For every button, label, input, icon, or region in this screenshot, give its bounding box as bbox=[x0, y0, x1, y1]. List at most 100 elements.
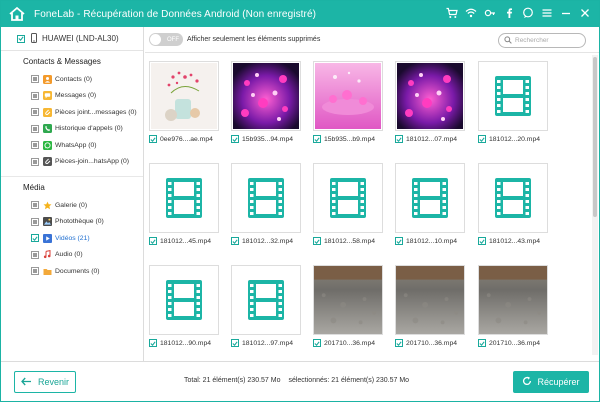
video-thumbnail[interactable] bbox=[478, 163, 548, 233]
video-checkbox[interactable] bbox=[231, 339, 239, 347]
video-tile[interactable]: 181012...07.mp4 bbox=[395, 61, 465, 143]
video-checkbox[interactable] bbox=[231, 237, 239, 245]
video-thumbnail[interactable] bbox=[149, 163, 219, 233]
video-thumbnail[interactable] bbox=[395, 265, 465, 335]
messages-checkbox[interactable] bbox=[31, 91, 39, 100]
photo-library-checkbox[interactable] bbox=[31, 217, 39, 226]
sidebar-item-videos[interactable]: Vidéos (21) bbox=[1, 230, 143, 247]
video-caption: 181012...07.mp4 bbox=[395, 135, 465, 143]
contacts-checkbox[interactable] bbox=[31, 75, 39, 84]
video-checkbox[interactable] bbox=[149, 339, 157, 347]
video-thumbnail[interactable] bbox=[478, 265, 548, 335]
sidebar-item-gallery[interactable]: Galerie (0) bbox=[1, 197, 143, 214]
video-thumbnail[interactable] bbox=[231, 265, 301, 335]
sidebar-item-whatsapp-attachments[interactable]: Pièces-join...hatsApp (0) bbox=[1, 154, 143, 171]
cart-icon[interactable] bbox=[444, 5, 460, 21]
video-checkbox[interactable] bbox=[231, 135, 239, 143]
video-checkbox[interactable] bbox=[313, 339, 321, 347]
video-thumbnail[interactable] bbox=[231, 163, 301, 233]
video-checkbox[interactable] bbox=[395, 237, 403, 245]
video-checkbox[interactable] bbox=[149, 237, 157, 245]
status-text: Total: 21 élément(s) 230.57 Mo sélection… bbox=[184, 377, 409, 384]
video-thumbnail[interactable] bbox=[313, 265, 383, 335]
video-checkbox[interactable] bbox=[149, 135, 157, 143]
gallery-checkbox[interactable] bbox=[31, 201, 39, 210]
audio-checkbox[interactable] bbox=[31, 250, 39, 259]
video-thumbnail[interactable] bbox=[395, 163, 465, 233]
grid-scrollbar[interactable] bbox=[592, 55, 598, 355]
sidebar-item-contacts[interactable]: Contacts (0) bbox=[1, 71, 143, 88]
sidebar-item-call-history[interactable]: Historique d'appels (0) bbox=[1, 121, 143, 138]
video-thumbnail[interactable] bbox=[149, 61, 219, 131]
facebook-icon[interactable] bbox=[501, 5, 517, 21]
minimize-icon[interactable] bbox=[558, 5, 574, 21]
device-row[interactable]: HUAWEI (LND-AL30) bbox=[1, 27, 143, 51]
videos-checkbox[interactable] bbox=[31, 234, 39, 243]
chat-icon[interactable] bbox=[520, 5, 536, 21]
video-tile[interactable]: 181012...97.mp4 bbox=[231, 265, 301, 347]
video-caption: 15b935...94.mp4 bbox=[231, 135, 301, 143]
close-icon[interactable] bbox=[577, 5, 593, 21]
menu-icon[interactable] bbox=[539, 5, 555, 21]
video-filename: 181012...07.mp4 bbox=[406, 135, 458, 143]
video-tile[interactable]: 201710...36.mp4 bbox=[395, 265, 465, 347]
call-history-checkbox[interactable] bbox=[31, 124, 39, 133]
back-button[interactable]: Revenir bbox=[14, 371, 76, 393]
search-input[interactable] bbox=[515, 37, 585, 44]
sidebar-item-label: Galerie (0) bbox=[55, 201, 88, 209]
video-filename: 181012...58.mp4 bbox=[324, 237, 376, 245]
video-checkbox[interactable] bbox=[313, 237, 321, 245]
video-tile[interactable]: 181012...58.mp4 bbox=[313, 163, 383, 245]
video-tile[interactable]: 15b935...b9.mp4 bbox=[313, 61, 383, 143]
sidebar-item-messages[interactable]: Messages (0) bbox=[1, 88, 143, 105]
sidebar-item-whatsapp[interactable]: WhatsApp (0) bbox=[1, 137, 143, 154]
video-thumbnail[interactable] bbox=[149, 265, 219, 335]
section-contacts-messages: Contacts & Messages bbox=[23, 57, 101, 66]
video-checkbox[interactable] bbox=[395, 339, 403, 347]
video-thumbnail[interactable] bbox=[313, 61, 383, 131]
video-tile[interactable]: 15b935...94.mp4 bbox=[231, 61, 301, 143]
search-box[interactable] bbox=[498, 33, 586, 48]
message-attachments-checkbox[interactable] bbox=[31, 108, 39, 117]
recover-button[interactable]: Récupérer bbox=[513, 371, 589, 393]
documents-checkbox[interactable] bbox=[31, 267, 39, 276]
video-tile[interactable]: 181012...90.mp4 bbox=[149, 265, 219, 347]
video-tile[interactable]: 181012...10.mp4 bbox=[395, 163, 465, 245]
sidebar-item-audio[interactable]: Audio (0) bbox=[1, 247, 143, 264]
recover-icon bbox=[522, 376, 532, 388]
scrollbar-thumb[interactable] bbox=[593, 57, 597, 217]
video-thumbnail[interactable] bbox=[395, 61, 465, 131]
video-tile[interactable]: 0ee976....ae.mp4 bbox=[149, 61, 219, 143]
video-checkbox[interactable] bbox=[395, 135, 403, 143]
video-filename: 181012...97.mp4 bbox=[242, 339, 294, 347]
video-checkbox[interactable] bbox=[313, 135, 321, 143]
video-thumbnail[interactable] bbox=[231, 61, 301, 131]
video-filename: 181012...10.mp4 bbox=[406, 237, 458, 245]
video-tile[interactable]: 181012...45.mp4 bbox=[149, 163, 219, 245]
wifi-icon[interactable] bbox=[463, 5, 479, 21]
video-tile[interactable]: 181012...43.mp4 bbox=[478, 163, 548, 245]
whatsapp-attachments-checkbox[interactable] bbox=[31, 157, 39, 166]
sidebar-item-photo-library[interactable]: Photothèque (0) bbox=[1, 214, 143, 231]
sidebar-item-message-attachments[interactable]: Pièces joint...messages (0) bbox=[1, 104, 143, 121]
video-tile[interactable]: 201710...36.mp4 bbox=[478, 265, 548, 347]
video-tile[interactable]: 201710...36.mp4 bbox=[313, 265, 383, 347]
device-checkbox[interactable] bbox=[17, 34, 25, 43]
whatsapp-checkbox[interactable] bbox=[31, 141, 39, 150]
sidebar-item-label: Documents (0) bbox=[55, 267, 100, 275]
search-icon bbox=[504, 35, 512, 46]
video-checkbox[interactable] bbox=[478, 135, 486, 143]
video-tile[interactable]: 181012...20.mp4 bbox=[478, 61, 548, 143]
video-thumbnail[interactable] bbox=[313, 163, 383, 233]
deleted-only-toggle[interactable]: OFF bbox=[149, 33, 183, 46]
video-checkbox[interactable] bbox=[478, 237, 486, 245]
whatsapp-attachment-icon bbox=[43, 157, 52, 167]
sidebar-item-documents[interactable]: Documents (0) bbox=[1, 263, 143, 280]
video-filename: 201710...36.mp4 bbox=[489, 339, 541, 347]
home-icon[interactable] bbox=[6, 4, 28, 24]
video-tile[interactable]: 181012...32.mp4 bbox=[231, 163, 301, 245]
video-checkbox[interactable] bbox=[478, 339, 486, 347]
sidebar-item-label: WhatsApp (0) bbox=[55, 141, 97, 149]
video-thumbnail[interactable] bbox=[478, 61, 548, 131]
key-icon[interactable] bbox=[482, 5, 498, 21]
